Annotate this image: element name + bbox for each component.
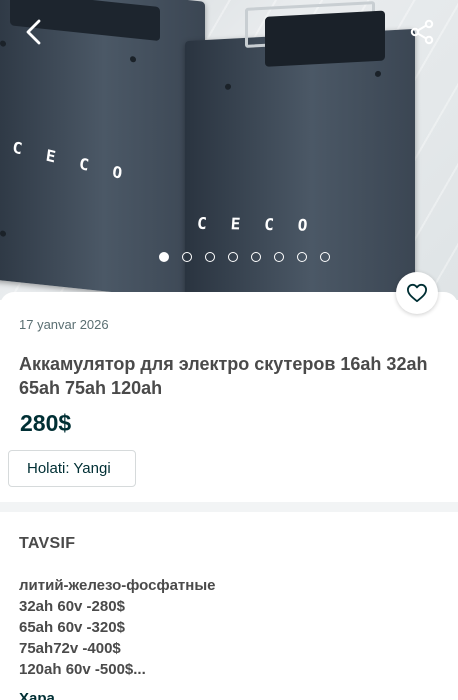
- pagination-dot[interactable]: [181, 252, 192, 262]
- listing-price: 280$: [20, 410, 72, 436]
- section-divider: [0, 502, 458, 512]
- back-button[interactable]: [18, 16, 50, 48]
- condition-label: Holati: Yangi: [27, 460, 111, 477]
- screw: [225, 83, 231, 90]
- description-line: 65ah 60v -320$: [19, 619, 125, 636]
- favorite-button[interactable]: [396, 272, 438, 314]
- description-line: литий-железо-фосфатные: [19, 577, 216, 594]
- show-more-link[interactable]: Ҳара: [19, 690, 55, 700]
- battery-brand: CECO: [196, 213, 333, 236]
- heart-icon: [406, 283, 427, 303]
- pagination-dot[interactable]: [227, 252, 238, 262]
- chevron-left-icon: [26, 19, 41, 45]
- pagination-dot[interactable]: [273, 252, 284, 262]
- photo-pagination: [0, 252, 458, 262]
- listing-title: Аккамулятор для электро скутеров 16ah 32…: [19, 354, 428, 398]
- screw: [375, 70, 381, 78]
- share-icon: [410, 19, 434, 45]
- screw: [0, 230, 6, 237]
- screw: [0, 40, 6, 47]
- pagination-dot[interactable]: [158, 252, 169, 262]
- description-body: литий-железо-фосфатные 32ah 60v -280$ 65…: [19, 575, 439, 680]
- pagination-dot[interactable]: [204, 252, 215, 262]
- description-line: 32ah 60v -280$: [19, 598, 125, 615]
- description-line: 120ah 60v -500$...: [19, 661, 146, 678]
- screw: [130, 55, 136, 63]
- listing-photo[interactable]: CECO CECO: [0, 0, 458, 300]
- listing-date: 17 yanvar 2026: [19, 317, 109, 332]
- pagination-dot[interactable]: [296, 252, 307, 262]
- description-line: 75ah72v -400$: [19, 640, 121, 657]
- share-button[interactable]: [406, 16, 438, 48]
- condition-badge[interactable]: Holati: Yangi: [8, 450, 136, 487]
- pagination-dot[interactable]: [319, 252, 330, 262]
- battery-cap: [265, 10, 385, 67]
- description-heading: TAVSIF: [19, 535, 76, 552]
- battery-brand: CECO: [11, 137, 148, 189]
- pagination-dot[interactable]: [250, 252, 261, 262]
